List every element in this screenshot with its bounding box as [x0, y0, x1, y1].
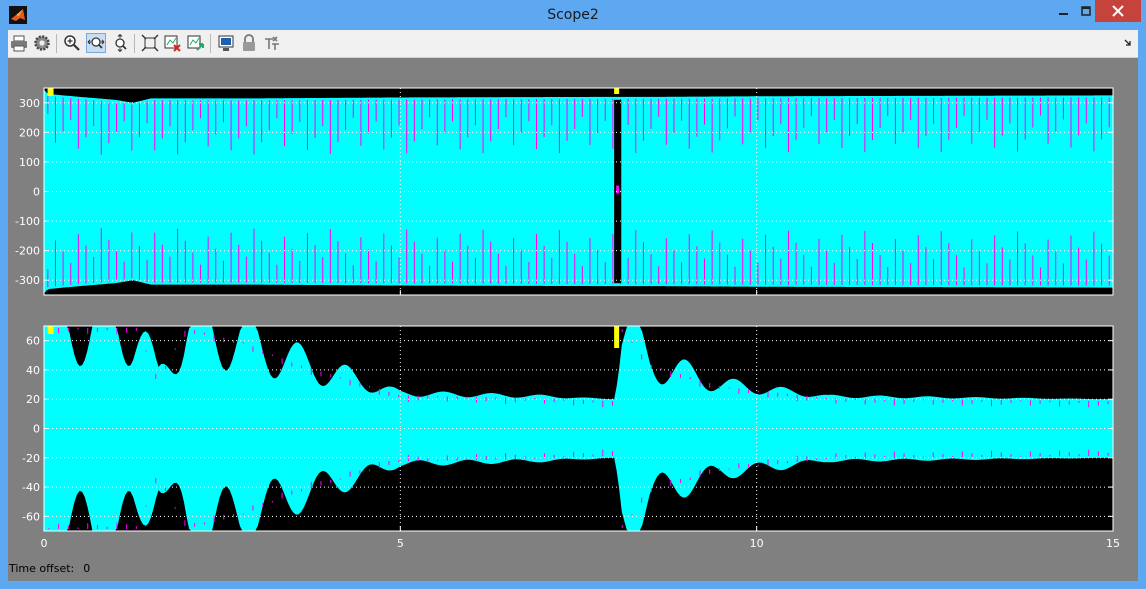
scope-plot-area[interactable]: 3002001000-100-200-3006040200-20-40-600 5… — [8, 58, 1138, 581]
y-tick-label: 0 — [33, 423, 40, 436]
y-tick-label: 300 — [19, 97, 40, 110]
chevron-down-icon — [1124, 39, 1131, 46]
y-tick-label: 20 — [26, 393, 40, 406]
parameters-button[interactable] — [32, 33, 52, 53]
signal-trace-yellow — [47, 88, 54, 96]
y-tick-label: -200 — [15, 245, 40, 258]
title-bar[interactable]: Scope2 — [0, 0, 1146, 30]
y-tick-label: 60 — [26, 335, 40, 348]
parameters-icon — [34, 35, 50, 51]
toolbar-separator — [56, 34, 57, 53]
printer-icon — [11, 35, 27, 52]
autoscale-button[interactable] — [140, 33, 160, 53]
time-offset-readout: Time offset: 0 — [9, 562, 90, 575]
y-tick-label: -20 — [22, 452, 40, 465]
x-tick-label: 15 — [1106, 537, 1120, 550]
x-tick-label: 5 — [397, 537, 404, 550]
x-tick-label: 10 — [750, 537, 764, 550]
close-button[interactable] — [1095, 0, 1141, 22]
signal-spike-magenta — [616, 185, 620, 194]
save-axes-button[interactable] — [163, 33, 183, 53]
minimize-icon — [1059, 13, 1068, 15]
y-tick-label: 100 — [19, 156, 40, 169]
toolbar-options-button[interactable] — [1121, 33, 1135, 53]
y-tick-label: -40 — [22, 481, 40, 494]
y-tick-label: 40 — [26, 364, 40, 377]
zoom-x-button[interactable] — [86, 33, 106, 53]
save-axes-icon — [164, 35, 181, 52]
zoom-in-icon — [64, 35, 80, 51]
maximize-icon — [1081, 6, 1091, 16]
toolbar — [8, 30, 1138, 58]
zoom-in-button[interactable] — [62, 33, 82, 53]
toolbar-separator — [134, 34, 135, 53]
y-tick-label: 0 — [33, 186, 40, 199]
signal-trace-yellow — [47, 326, 54, 334]
autoscale-icon — [141, 34, 159, 52]
signal-trace-yellow — [614, 326, 620, 348]
time-offset-label: Time offset: — [9, 562, 75, 575]
signal-selection-button[interactable] — [262, 33, 282, 53]
print-button[interactable] — [9, 33, 29, 53]
floating-scope-button[interactable] — [216, 33, 236, 53]
y-tick-label: -60 — [22, 510, 40, 523]
lock-axes-button[interactable] — [239, 33, 259, 53]
zoom-y-button[interactable] — [110, 33, 130, 53]
x-tick-label: 0 — [41, 537, 48, 550]
close-icon — [1112, 5, 1124, 17]
restore-axes-icon — [187, 35, 204, 51]
toolbar-separator — [210, 34, 211, 53]
y-tick-label: -100 — [15, 215, 40, 228]
lock-icon — [243, 34, 255, 51]
y-tick-label: -300 — [15, 274, 40, 287]
scope-display: 300 200 100 0 -100 -200 -300 60 40 20 0 -20 -40 -60 0 5… — [8, 58, 1138, 581]
restore-axes-button[interactable] — [186, 33, 206, 53]
window-title: Scope2 — [547, 7, 599, 23]
zoom-x-icon — [87, 37, 105, 49]
zoom-y-icon — [115, 34, 127, 52]
floating-scope-icon — [218, 35, 234, 51]
signal-selection-icon — [265, 36, 279, 50]
time-offset-value: 0 — [83, 562, 91, 575]
scope-window: Scope2 300 200 100 0 -100 -200 -300 60 4… — [0, 0, 1146, 589]
y-tick-label: 200 — [19, 126, 40, 139]
signal-trace-yellow — [614, 88, 620, 94]
